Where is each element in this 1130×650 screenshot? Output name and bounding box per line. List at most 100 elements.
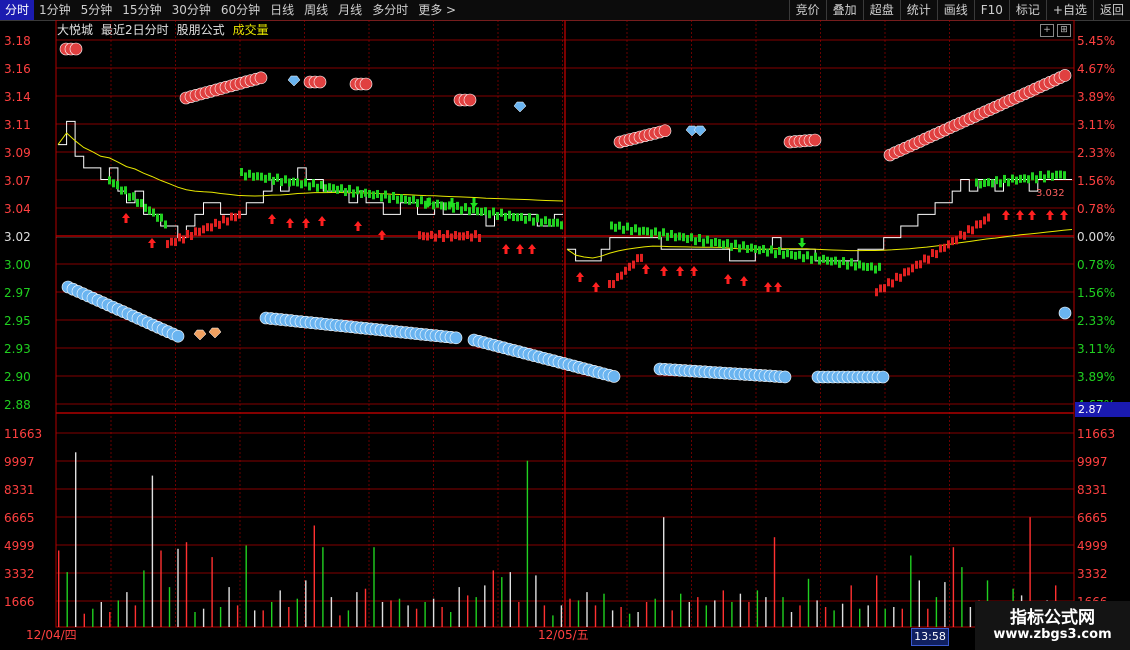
green-indicator-bar — [356, 186, 359, 195]
period-tab-6[interactable]: 日线 — [265, 0, 299, 20]
red-indicator-bar — [430, 230, 433, 239]
red-indicator-bar — [178, 233, 181, 242]
price-tick-label: 3.18 — [4, 34, 31, 48]
volume-bar — [543, 605, 546, 627]
green-indicator-bar — [1047, 170, 1050, 179]
green-indicator-bar — [678, 232, 681, 241]
red-indicator-bar — [963, 231, 966, 240]
pct-tick-label: 2.33% — [1077, 146, 1115, 160]
volume-bar — [628, 613, 631, 627]
volume-bar — [952, 547, 955, 627]
down-arrow-icon — [470, 198, 478, 208]
blue-ball-icon — [171, 329, 185, 343]
green-indicator-bar — [658, 231, 661, 240]
green-indicator-bar — [536, 214, 539, 223]
blue-ball-icon — [607, 370, 621, 383]
green-indicator-bar — [822, 254, 825, 263]
green-indicator-bar — [548, 218, 551, 227]
tool-button-1[interactable]: 叠加 — [825, 0, 863, 20]
period-tab-1[interactable]: 1分钟 — [34, 0, 76, 20]
green-indicator-bar — [854, 262, 857, 271]
green-indicator-bar — [995, 176, 998, 185]
period-tab-5[interactable]: 60分钟 — [216, 0, 265, 20]
green-indicator-bar — [420, 196, 423, 205]
volume-bar — [288, 607, 290, 627]
volume-bar — [859, 608, 861, 627]
green-indicator-bar — [806, 251, 809, 260]
red-indicator-bar — [206, 223, 209, 232]
tool-button-7[interactable]: +自选 — [1045, 0, 1093, 20]
tool-button-3[interactable]: 统计 — [899, 0, 937, 20]
volume-bar — [714, 600, 716, 627]
volume-bar — [441, 607, 443, 627]
tool-button-6[interactable]: 标记 — [1008, 0, 1046, 20]
tool-button-4[interactable]: 画线 — [936, 0, 974, 20]
up-arrow-icon — [690, 266, 698, 276]
period-tab-7[interactable]: 周线 — [299, 0, 333, 20]
volume-bar — [569, 598, 571, 627]
volume-bar — [100, 602, 102, 627]
volume-bar — [475, 597, 477, 627]
green-indicator-bar — [1035, 175, 1038, 184]
green-indicator-bar — [846, 261, 849, 270]
price-tick-label: 2.90 — [4, 370, 31, 384]
green-indicator-bar — [316, 183, 319, 192]
volume-bar — [722, 590, 724, 627]
volume-bar — [245, 545, 247, 627]
up-arrow-icon — [1028, 210, 1036, 220]
green-indicator-bar — [528, 213, 531, 222]
price-tick-label: 3.04 — [4, 202, 31, 216]
tool-button-0[interactable]: 竞价 — [788, 0, 826, 20]
green-indicator-bar — [500, 208, 503, 217]
intraday-chart[interactable]: 3.18 5.45% 3.16 4.67% 3.14 3.89% 3.11 3.11% 3.09… — [0, 20, 1130, 650]
green-indicator-bar — [991, 179, 994, 188]
volume-bar — [560, 605, 563, 627]
volume-bar — [782, 597, 784, 627]
green-indicator-bar — [268, 172, 271, 181]
volume-bar — [586, 592, 588, 627]
red-ball-icon — [463, 93, 477, 107]
green-indicator-bar — [1059, 170, 1062, 179]
green-indicator-bar — [252, 172, 255, 181]
green-indicator-bar — [686, 234, 689, 243]
green-indicator-bar — [552, 218, 555, 227]
red-indicator-bar — [214, 218, 217, 227]
period-tab-8[interactable]: 月线 — [333, 0, 367, 20]
volume-tick-label-right: 9997 — [1077, 455, 1108, 469]
period-tab-0[interactable]: 分时 — [0, 0, 35, 20]
green-indicator-bar — [284, 175, 287, 184]
period-tab-3[interactable]: 15分钟 — [117, 0, 166, 20]
period-tab-9[interactable]: 多分时 — [367, 0, 413, 20]
green-indicator-bar — [622, 225, 625, 234]
red-indicator-bar — [883, 284, 886, 293]
price-tick-label: 3.14 — [4, 90, 31, 104]
volume-tick-label: 1666 — [4, 595, 35, 609]
green-indicator-bar — [662, 228, 665, 237]
volume-bar — [134, 605, 137, 627]
period-tab-4[interactable]: 30分钟 — [167, 0, 216, 20]
green-indicator-bar — [618, 221, 621, 230]
green-indicator-bar — [240, 168, 243, 177]
green-indicator-bar — [484, 207, 487, 216]
green-indicator-bar — [694, 237, 697, 246]
green-indicator-bar — [404, 195, 407, 204]
green-indicator-bar — [738, 244, 741, 253]
green-indicator-bar — [464, 203, 467, 212]
volume-bar — [552, 615, 554, 627]
volume-bar — [415, 608, 418, 627]
volume-bar — [407, 605, 409, 627]
period-tab-2[interactable]: 5分钟 — [76, 0, 118, 20]
up-arrow-icon — [660, 266, 668, 276]
red-indicator-bar — [418, 231, 421, 240]
red-indicator-bar — [446, 230, 449, 239]
period-tab-10[interactable]: 更多 > — [413, 0, 461, 20]
green-indicator-bar — [524, 215, 527, 224]
volume-bar — [58, 550, 60, 627]
tool-button-2[interactable]: 超盘 — [862, 0, 900, 20]
tool-button-5[interactable]: F10 — [973, 0, 1009, 20]
price-tick-label: 3.11 — [4, 118, 31, 132]
green-indicator-bar — [328, 183, 331, 192]
green-indicator-bar — [560, 221, 563, 230]
tool-button-8[interactable]: 返回 — [1092, 0, 1130, 20]
up-arrow-icon — [724, 274, 732, 284]
